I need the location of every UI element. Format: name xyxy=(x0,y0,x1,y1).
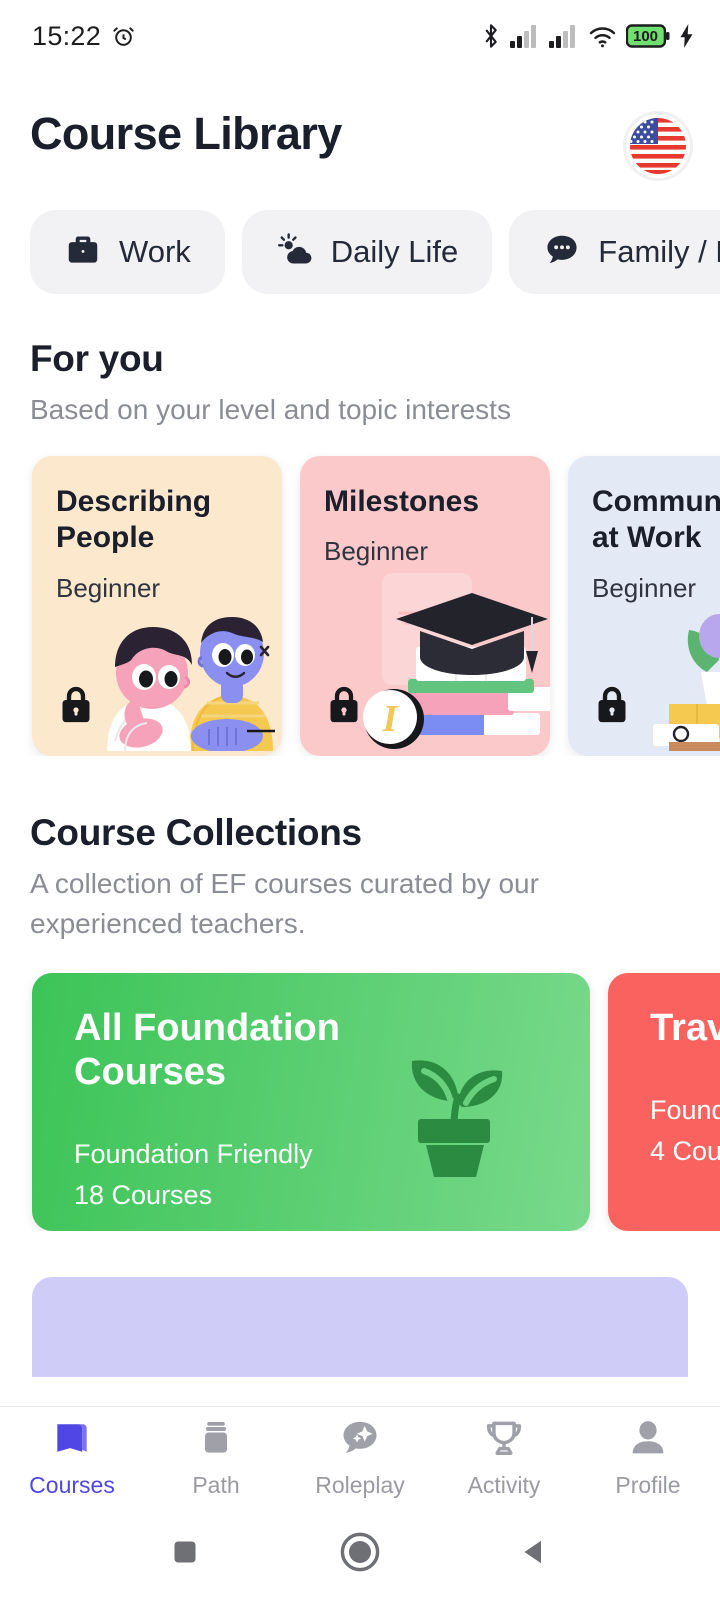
chip-work[interactable]: Work xyxy=(30,210,225,294)
page-title: Course Library xyxy=(30,108,342,159)
status-bar-right: 100 xyxy=(481,23,694,49)
course-card-title: Communicating at Work xyxy=(592,484,720,555)
course-card-milestones[interactable]: Milestones Beginner I xyxy=(300,455,550,756)
trophy-icon xyxy=(482,1416,526,1465)
potted-plant-icon xyxy=(390,1027,520,1182)
collection-title: All Foundation Courses xyxy=(74,1007,340,1093)
chip-daily-life[interactable]: Daily Life xyxy=(241,210,493,294)
course-card-describing-people[interactable]: Describing People Beginner xyxy=(32,455,282,756)
collection-card-travel-essentials[interactable]: Travel Essentials Foundation Friendly 4 … xyxy=(608,973,720,1232)
graduation-books-illustration: I xyxy=(360,561,550,756)
lock-icon xyxy=(592,683,632,732)
chip-family-friends[interactable]: Family / F xyxy=(509,210,720,294)
collection-card-all-foundation-courses[interactable]: All Foundation Courses Foundation Friend… xyxy=(32,973,590,1232)
plant-desk-illustration xyxy=(643,576,720,756)
us-flag-icon[interactable] xyxy=(626,114,690,178)
collection-count: 4 Courses xyxy=(650,1135,720,1166)
nav-item-activity[interactable]: Activity xyxy=(439,1416,569,1499)
speech-bubble-icon xyxy=(543,231,581,274)
course-card-communicating-at-work[interactable]: Communicating at Work Beginner xyxy=(568,455,720,756)
for-you-card-row[interactable]: Describing People Beginner Milestones Be… xyxy=(0,430,720,756)
alarm-icon xyxy=(111,24,136,49)
status-bar-left: 15:22 xyxy=(32,21,136,52)
nav-item-courses[interactable]: Courses xyxy=(7,1416,137,1499)
battery-icon: 100 xyxy=(626,24,670,48)
android-navigation-bar[interactable] xyxy=(0,1508,720,1600)
nav-item-profile[interactable]: Profile xyxy=(583,1416,713,1499)
collections-title: Course Collections xyxy=(30,811,362,853)
next-collection-card-partial[interactable] xyxy=(32,1277,688,1378)
recents-square-icon[interactable] xyxy=(167,1534,203,1575)
for-you-title: For you xyxy=(30,338,164,379)
collections-subtitle: A collection of EF courses curated by ou… xyxy=(30,867,539,939)
nav-label: Path xyxy=(192,1472,240,1498)
nav-item-path[interactable]: Path xyxy=(151,1416,281,1499)
chip-label: Work xyxy=(119,234,191,269)
svg-text:I: I xyxy=(382,698,399,740)
back-triangle-icon[interactable] xyxy=(517,1534,553,1575)
collection-title: Travel Essentials xyxy=(650,1007,720,1050)
nav-label: Profile xyxy=(615,1472,681,1498)
for-you-subtitle: Based on your level and topic interests xyxy=(30,394,511,425)
course-card-title: Describing People xyxy=(56,484,212,555)
signal-1-icon xyxy=(510,24,540,48)
collections-card-row[interactable]: All Foundation Courses Foundation Friend… xyxy=(0,943,720,1232)
bottom-navigation[interactable]: Courses Path Roleplay Activity Profile xyxy=(0,1406,720,1508)
nav-label: Roleplay xyxy=(315,1472,405,1498)
app-header: Course Library xyxy=(0,72,720,178)
collection-count: 18 Courses xyxy=(74,1179,213,1210)
chip-label: Family / F xyxy=(598,234,720,269)
signal-2-icon xyxy=(549,24,579,48)
person-icon xyxy=(626,1416,670,1465)
book-icon xyxy=(50,1416,94,1465)
lock-icon xyxy=(56,683,96,732)
nav-item-roleplay[interactable]: Roleplay xyxy=(295,1416,425,1499)
briefcase-icon xyxy=(64,231,102,274)
path-icon xyxy=(194,1416,238,1465)
battery-level-label: 100 xyxy=(632,27,659,45)
status-bar: 15:22 100 xyxy=(0,0,720,72)
nav-label: Activity xyxy=(467,1472,541,1498)
sparkle-bubble-icon xyxy=(338,1416,382,1465)
collection-tag: Foundation Friendly xyxy=(650,1094,720,1125)
bluetooth-icon xyxy=(481,23,501,49)
nav-label: Courses xyxy=(29,1472,115,1498)
category-chip-row[interactable]: Work Daily Life Family / F xyxy=(0,178,720,294)
chip-label: Daily Life xyxy=(330,234,459,269)
sun-cloud-icon xyxy=(276,231,314,274)
charging-bolt-icon xyxy=(679,24,694,48)
home-circle-icon[interactable] xyxy=(338,1530,382,1579)
wifi-icon xyxy=(588,24,617,48)
two-people-illustration xyxy=(97,581,282,756)
status-time: 15:22 xyxy=(32,20,102,51)
course-card-title: Milestones xyxy=(324,484,480,518)
lock-icon xyxy=(324,683,364,732)
